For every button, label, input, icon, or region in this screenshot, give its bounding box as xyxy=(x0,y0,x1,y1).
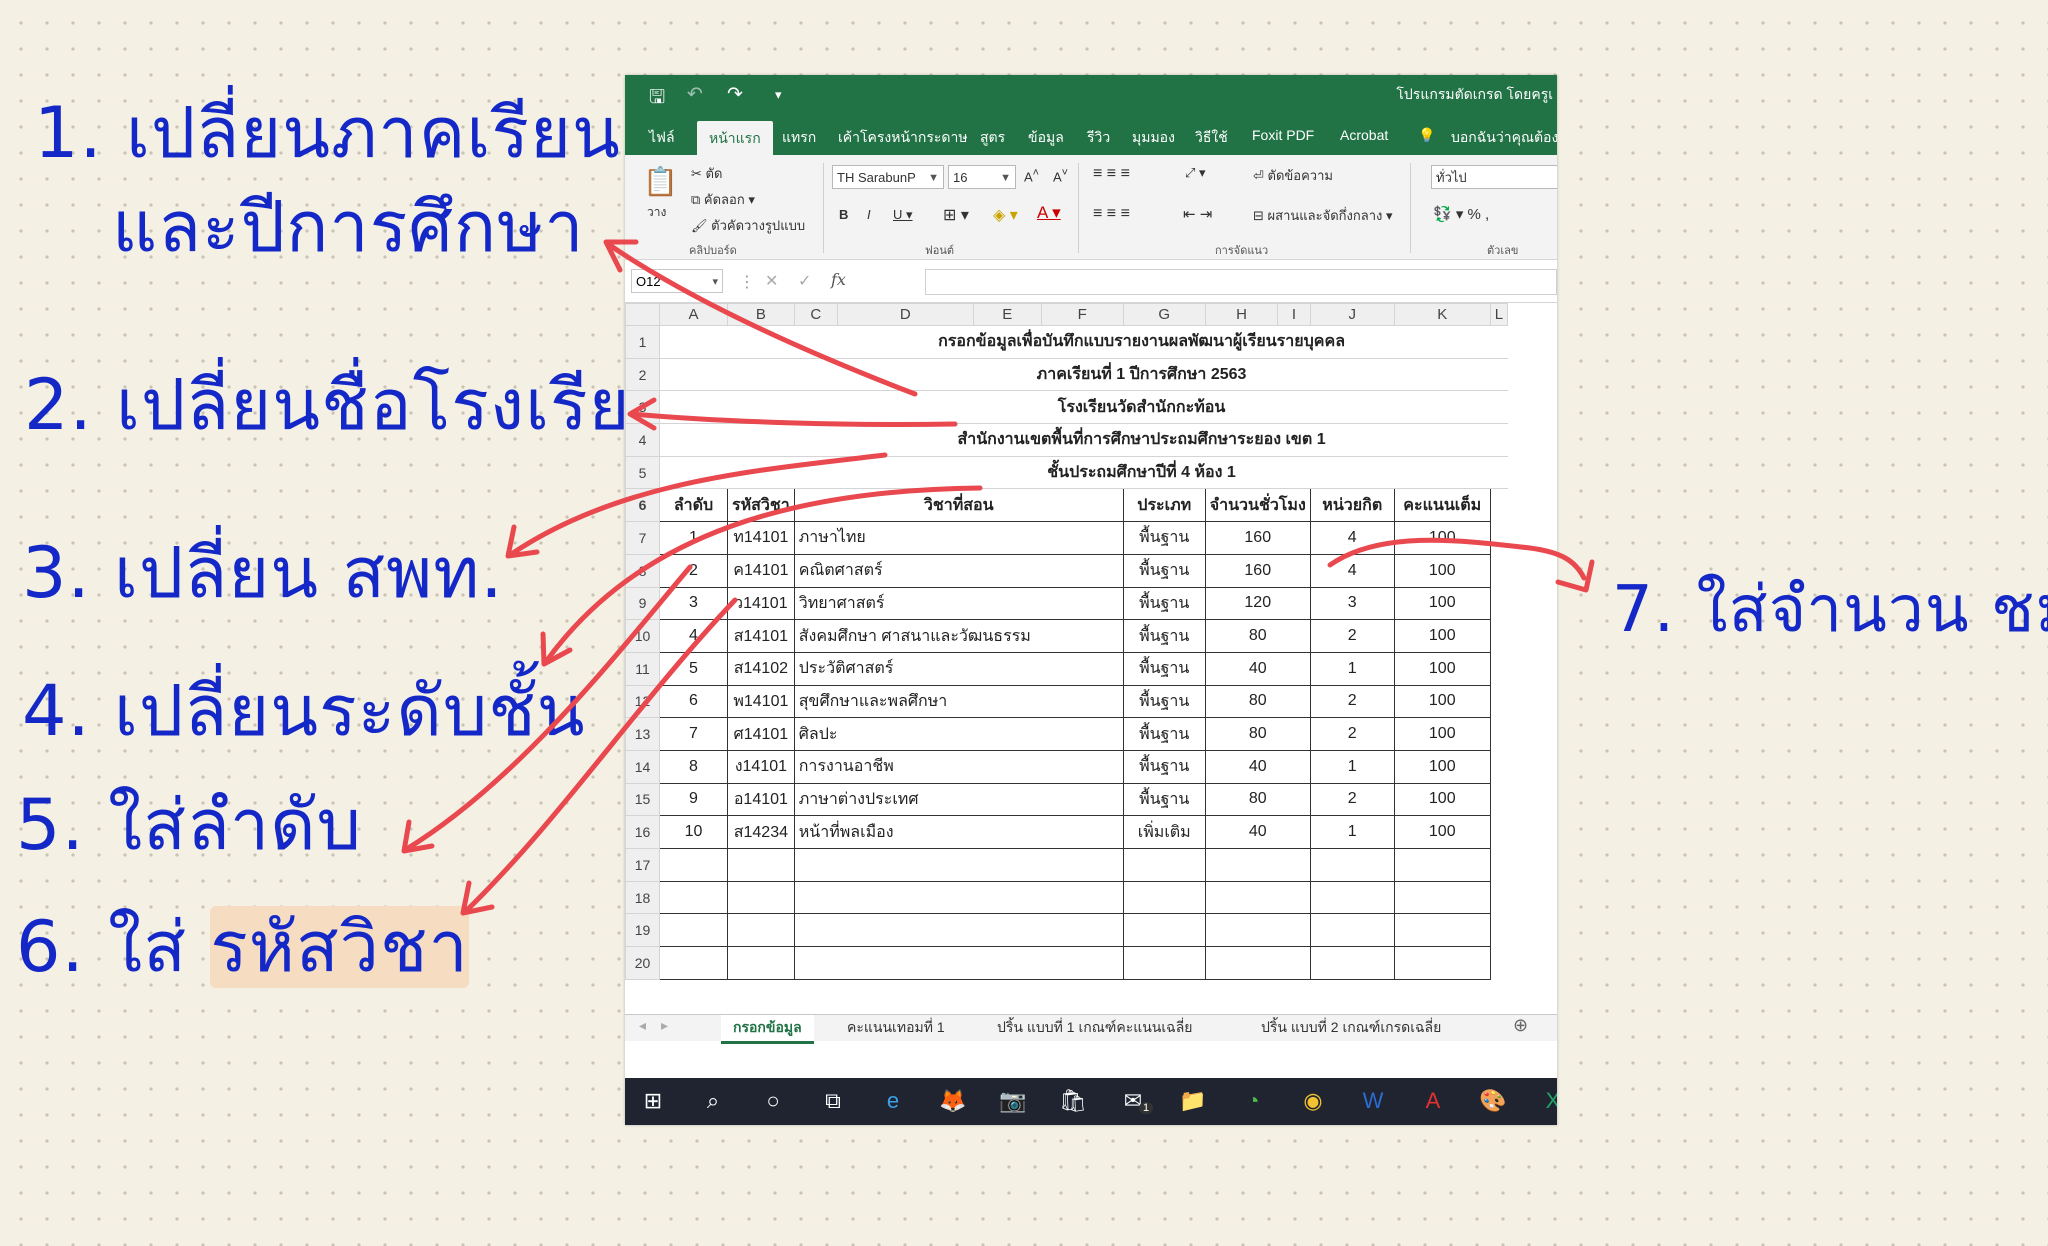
arrow-2 xyxy=(629,411,958,428)
arrow-1 xyxy=(605,241,918,397)
arrow-7 xyxy=(1327,537,1587,581)
annotation-arrows xyxy=(401,239,1595,916)
arrow-6 xyxy=(462,597,738,915)
arrow-5 xyxy=(402,564,693,853)
arrow-1-head xyxy=(603,239,639,273)
arrow-4 xyxy=(542,485,983,666)
